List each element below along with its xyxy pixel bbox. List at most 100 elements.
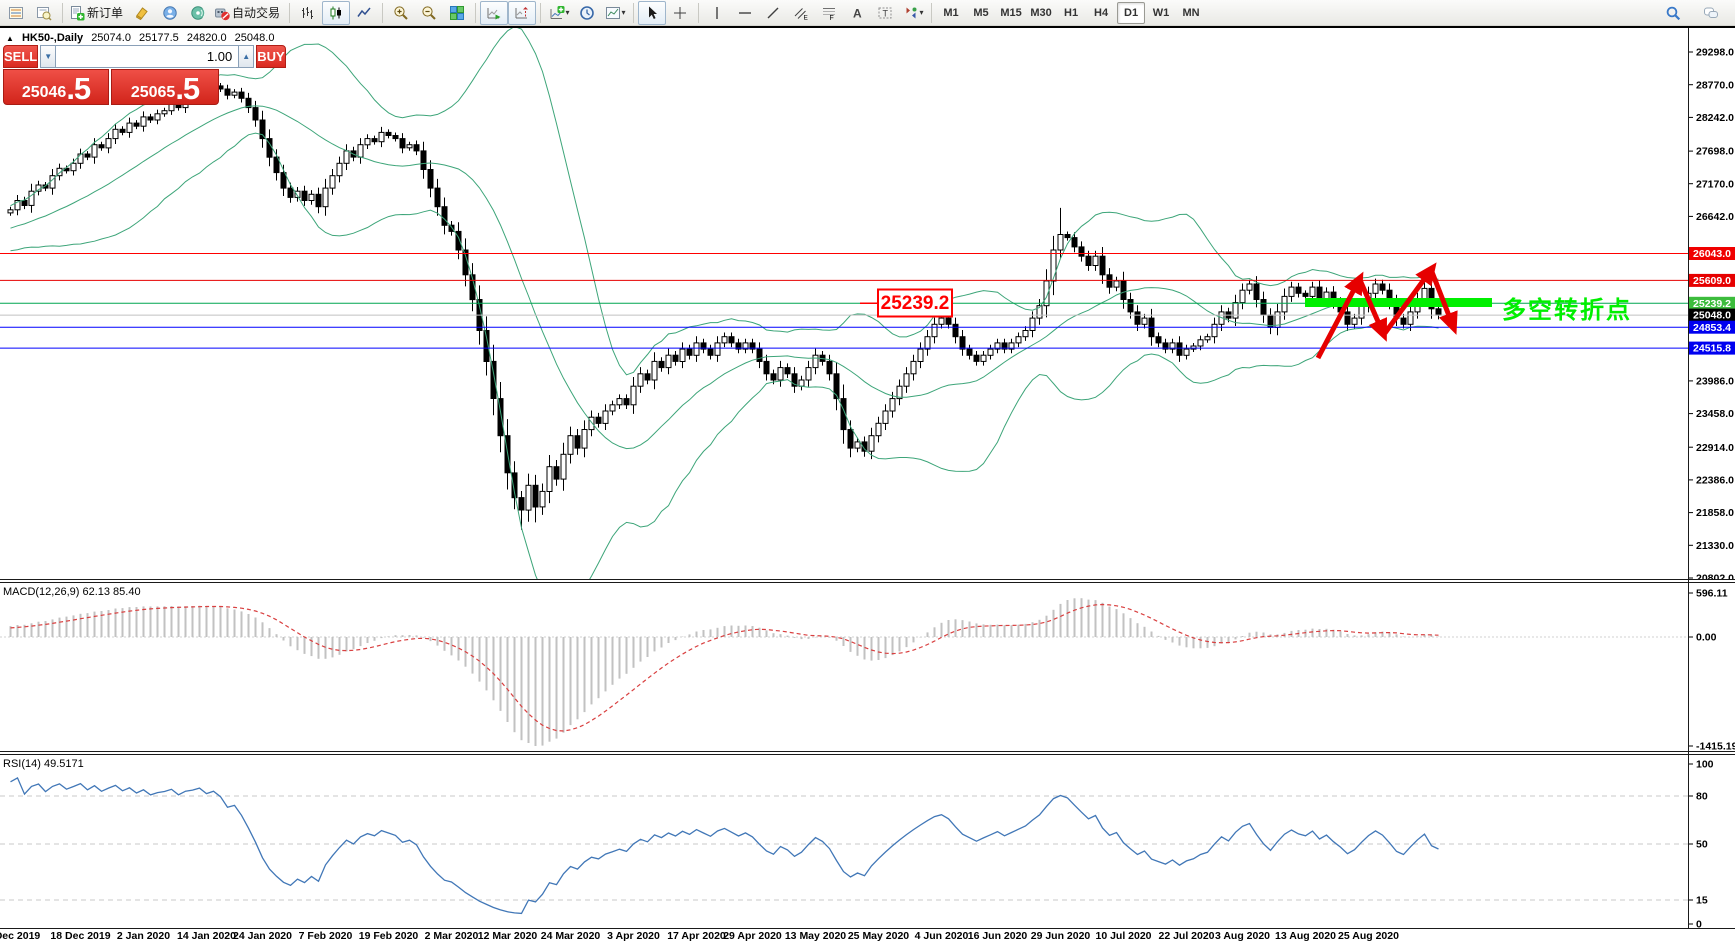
fibonacci-button[interactable]: F [815,1,843,25]
metaeditor-button[interactable] [128,1,156,25]
data-window-button[interactable] [30,1,58,25]
symbol-name: HK50-,Daily [21,32,84,44]
pane-separator-macd[interactable] [0,579,1735,583]
timeframe-m5[interactable]: M5 [967,2,995,24]
svg-text:25239.2: 25239.2 [1693,298,1731,310]
mt4-terminal: 新订单 自动交易 ▾ ▾ E F A T ▾ M1 M5 M15 M30 H1 H4 D1 W1 MN 26043… [0,0,1735,945]
templates-button[interactable]: ▾ [601,1,629,25]
timeframe-w1[interactable]: W1 [1147,2,1175,24]
chart-shift-button[interactable] [508,0,537,25]
dropdown-caret-icon[interactable]: ▾ [622,8,626,17]
macd-pane[interactable]: 596.11 0.00 -1415.19 [0,584,1735,751]
vertical-line-button[interactable] [703,1,731,25]
dropdown-caret-icon[interactable]: ▾ [920,8,924,17]
market-watch-button[interactable] [2,1,30,25]
tile-windows-button[interactable] [443,1,471,25]
svg-text:27170.0: 27170.0 [1696,178,1734,190]
candlestick-chart-button[interactable] [322,0,351,25]
macd-axis[interactable]: 596.11 0.00 -1415.19 [1688,588,1735,751]
main-chart-pane[interactable]: 26043.025609.025239.225048.024853.424515… [0,28,1735,579]
toolbar-separator [931,2,933,23]
svg-text:T: T [883,8,889,18]
svg-text:24853.4: 24853.4 [1693,322,1731,334]
data-window-icon [37,6,52,21]
price-axis-line [1688,28,1689,928]
timeframe-m1[interactable]: M1 [937,2,965,24]
new-order-label: 新订单 [87,6,124,20]
indicators-button[interactable]: ▾ [545,1,573,25]
highlight-bar-annotation[interactable] [1305,298,1492,307]
timeframe-h1[interactable]: H1 [1057,2,1085,24]
signals-button[interactable] [184,1,212,25]
zoom-out-icon [422,5,436,20]
buy-price-main: 25065 [130,84,176,101]
price-label-annotation[interactable]: 25239.2 [860,288,953,318]
search-button[interactable] [1659,1,1687,25]
cursor-button[interactable] [638,0,667,25]
new-order-icon [71,5,85,20]
buy-price-display[interactable]: 25065.5 [111,69,219,105]
svg-text:F: F [830,15,834,21]
zoom-out-button[interactable] [415,1,443,25]
zoom-in-button[interactable] [387,1,415,25]
templates-icon [605,6,620,19]
chat-icon [1704,7,1718,18]
toolbar-separator [698,2,700,23]
svg-text:80: 80 [1696,791,1708,803]
zoom-in-icon [394,5,408,20]
svg-text:21858.0: 21858.0 [1696,507,1734,519]
svg-text:A: A [853,6,862,20]
line-chart-button[interactable] [350,1,378,25]
sell-button[interactable]: SELL [3,45,39,68]
channel-button[interactable]: E [787,1,815,25]
timeframe-d1[interactable]: D1 [1117,1,1146,24]
autotrading-button[interactable]: 自动交易 [212,1,285,25]
volume-increase-button[interactable]: ▲ [238,45,255,68]
periods-button[interactable] [573,1,601,25]
trendline-button[interactable] [759,1,787,25]
text-button[interactable]: A [843,1,871,25]
timeframe-m30[interactable]: M30 [1027,2,1055,24]
date-tick-label: 2 Jan 2020 [116,930,171,942]
rsi-pane[interactable]: 100 80 50 15 0 [0,756,1735,928]
community-button[interactable] [156,1,184,25]
volume-input[interactable] [56,45,239,68]
svg-text:26043.0: 26043.0 [1693,248,1731,260]
timeframe-h4[interactable]: H4 [1087,2,1115,24]
svg-text:25048.0: 25048.0 [1693,310,1731,322]
date-tick-label: 4 Jun 2020 [914,930,969,942]
buy-button[interactable]: BUY [256,45,286,68]
date-tick-label: 17 Apr 2020 [667,930,726,942]
sell-price-display[interactable]: 25046.5 [3,69,109,105]
date-tick-label: 13 Aug 2020 [1275,930,1336,942]
rsi-axis[interactable]: 100 80 50 15 0 [1688,759,1714,928]
chat-button[interactable] [1697,1,1725,25]
collapse-arrow-icon[interactable]: ▲ [6,34,14,43]
timeframe-mn[interactable]: MN [1177,2,1205,24]
one-click-trading-panel: SELL ▼ ▲ BUY 25046.5 25065.5 [3,45,286,105]
pane-separator-rsi[interactable] [0,751,1735,755]
chart-shift-icon [515,6,529,18]
new-order-button[interactable]: 新订单 [67,1,128,25]
auto-scroll-button[interactable] [480,0,509,25]
toolbar-separator [633,2,635,23]
zigzag-arrows-annotation[interactable] [1315,262,1458,360]
crosshair-button[interactable] [666,1,694,25]
autotrading-label: 自动交易 [232,6,281,20]
date-tick-label: 16 Jun 2020 [967,930,1028,942]
text-label-button[interactable]: T [871,1,899,25]
horizontal-line-button[interactable] [731,1,759,25]
volume-decrease-button[interactable]: ▼ [40,45,57,68]
dropdown-caret-icon[interactable]: ▾ [566,8,570,17]
toolbar-separator [289,2,291,23]
search-icon [1666,6,1681,20]
crosshair-icon [674,6,687,19]
turning-point-text-annotation[interactable]: 多空转折点 [1502,296,1632,324]
sell-price-fraction: .5 [66,71,91,106]
date-axis[interactable]: Dec 2019 18 Dec 2019 2 Jan 2020 14 Jan 2020… [0,929,1735,945]
bar-chart-button[interactable] [294,1,322,25]
timeframe-m15[interactable]: M15 [997,2,1025,24]
symbol-header: ▲ HK50-,Daily 25074.0 25177.5 24820.0 25… [6,32,279,44]
arrows-button[interactable]: ▾ [899,1,927,25]
toolbar-right-icons [1659,1,1735,25]
